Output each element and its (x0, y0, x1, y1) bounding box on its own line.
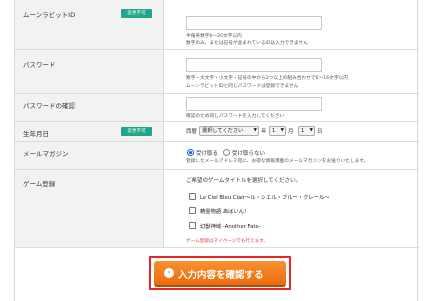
password-label: パスワード (23, 61, 56, 69)
registration-form: ムーンラビットID 変更不可 半角英数字6～20文字以内 数字のみ、または記号が… (14, 0, 419, 301)
moon-id-note-1: 半角英数字6～20文字以内 (186, 34, 242, 39)
mail-no-label[interactable]: 受け取らない (232, 149, 265, 157)
confirm-button-label: 入力内容を確認する (178, 270, 264, 281)
label-cell: メールマガジン (15, 142, 164, 169)
game-label-2[interactable]: 精霊物語 あばいん！ (200, 207, 249, 215)
game-checkbox-2[interactable] (189, 207, 196, 214)
game-checkbox-1[interactable] (189, 193, 196, 200)
password-confirm-note: 確認のため同じパスワードを入力してください (186, 114, 285, 119)
unchangeable-badge: 変更不可 (121, 9, 152, 18)
password-confirm-label: パスワードの確認 (23, 102, 75, 110)
day-suffix: 日 (317, 129, 323, 135)
chevron-right-circle-icon: › (164, 268, 174, 278)
mail-yes-label[interactable]: 受け取る (196, 149, 218, 157)
moon-id-label: ムーンラビットID (23, 11, 76, 19)
row-password: パスワード 数字・大文字・小文字・記号の中から2つ以上の組み合わせで6～16文字… (15, 50, 419, 94)
password-confirm-input[interactable] (186, 97, 322, 111)
year-suffix: 年 (261, 129, 267, 135)
chevron-down-icon: ▼ (309, 128, 313, 133)
game-prompt: ご希望のゲームタイトルを選択してください。 (186, 178, 302, 184)
month-suffix: 月 (288, 129, 294, 135)
password-note-2: ムーンラビットIDと同じパスワードは登録できません (186, 84, 299, 89)
submit-highlight: › 入力内容を確認する (149, 256, 291, 290)
game-registration-note: ゲーム登録はマイページでも行えます。 (186, 239, 268, 244)
label-cell: パスワードの確認 (15, 94, 164, 121)
era-prefix: 西暦 (186, 129, 198, 135)
unchangeable-badge: 変更不可 (121, 127, 152, 136)
mail-magazine-note: 登録したメールアドレス宛に、お得な情報満載のメールマガジンをお送りいたします。 (186, 159, 369, 164)
mail-magazine-label: メールマガジン (23, 150, 69, 158)
game-registration-label: ゲーム登録 (23, 180, 56, 188)
label-cell: ムーンラビットID 変更不可 (15, 0, 164, 49)
year-select[interactable]: 選択してください ▼ (199, 126, 259, 136)
year-select-value: 選択してください (202, 128, 244, 134)
confirm-button[interactable]: › 入力内容を確認する (154, 261, 286, 285)
game-label-3[interactable]: 幻獣神域 -Another Fate- (200, 222, 261, 230)
password-note-1: 数字・大文字・小文字・記号の中から2つ以上の組み合わせで6～16文字以内 (186, 76, 348, 81)
chevron-down-icon: ▼ (280, 128, 284, 133)
row-password-confirm: パスワードの確認 確認のため同じパスワードを入力してください (15, 94, 419, 122)
moon-id-note-2: 数字のみ、または記号が含まれているIDは入力できません (186, 41, 308, 46)
mail-yes-radio[interactable] (187, 149, 194, 156)
month-select[interactable]: 1 ▼ (269, 126, 286, 136)
game-checkbox-3[interactable] (189, 222, 196, 229)
month-select-value: 1 (272, 128, 276, 134)
password-input[interactable] (186, 58, 322, 72)
birthday-label: 生年月日 (23, 130, 49, 138)
label-cell: ゲーム登録 (15, 170, 164, 247)
label-cell: 生年月日 変更不可 (15, 122, 164, 141)
day-select[interactable]: 1 ▼ (298, 126, 315, 136)
mail-no-radio[interactable] (223, 149, 230, 156)
chevron-down-icon: ▼ (253, 128, 257, 133)
moon-id-input[interactable] (186, 16, 322, 30)
day-select-value: 1 (301, 128, 305, 134)
game-label-1[interactable]: Le Ciel Bleu Clair～ル・シエル・ブルー・クレール～ (200, 193, 330, 201)
row-moon-id: ムーンラビットID 変更不可 半角英数字6～20文字以内 数字のみ、または記号が… (15, 0, 419, 50)
label-cell: パスワード (15, 50, 164, 93)
